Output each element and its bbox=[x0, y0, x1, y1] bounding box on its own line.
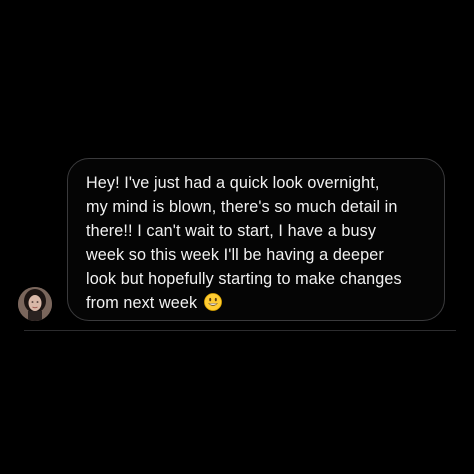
message-text: Hey! I've just had a quick look overnigh… bbox=[86, 171, 430, 315]
message-divider bbox=[24, 330, 456, 331]
message-line: week so this week I'll be having a deepe… bbox=[86, 246, 384, 264]
grinning-face-emoji-icon bbox=[203, 293, 222, 311]
message-line: my mind is blown, there's so much detail… bbox=[86, 198, 398, 216]
sender-avatar[interactable] bbox=[18, 287, 52, 321]
message-line: there!! I can't wait to start, I have a … bbox=[86, 222, 377, 240]
message-line: look but hopefully starting to make chan… bbox=[86, 270, 402, 288]
chat-thread: Hey! I've just had a quick look overnigh… bbox=[0, 0, 474, 474]
message-bubble[interactable]: Hey! I've just had a quick look overnigh… bbox=[67, 158, 445, 321]
message-line: Hey! I've just had a quick look overnigh… bbox=[86, 174, 380, 192]
avatar-photo-icon bbox=[18, 287, 52, 321]
message-line: from next week bbox=[86, 294, 198, 312]
